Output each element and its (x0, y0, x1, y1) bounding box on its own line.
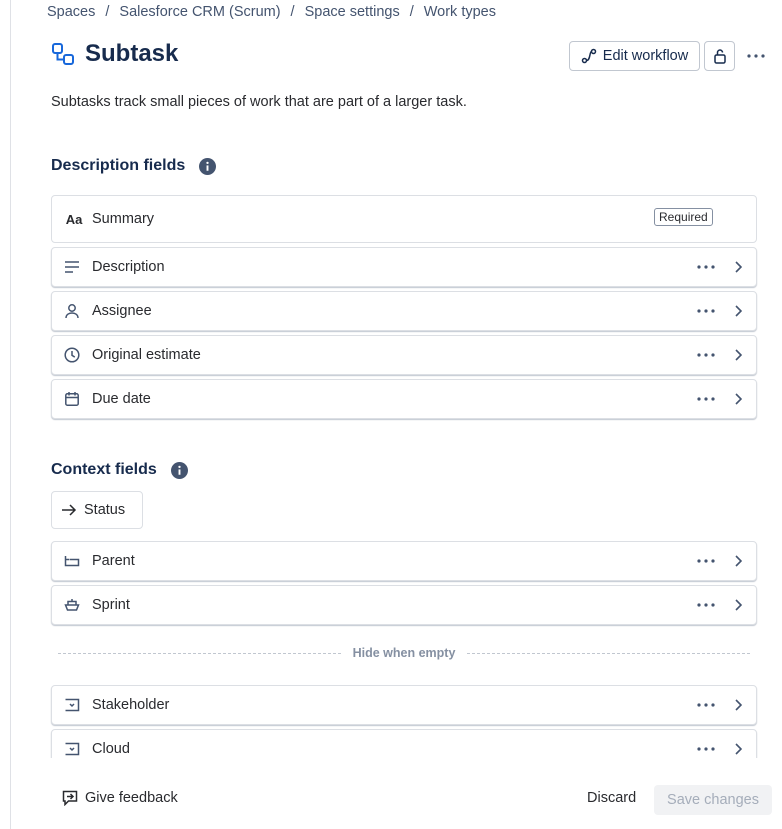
breadcrumb-space[interactable]: Salesforce CRM (Scrum) (119, 4, 280, 20)
required-badge: Required (654, 208, 713, 226)
status-label: Status (84, 502, 126, 518)
chevron-right-icon[interactable] (730, 346, 746, 364)
more-icon[interactable] (695, 346, 717, 364)
context-fields-heading: Context fields (51, 461, 188, 479)
arrow-right-icon (61, 504, 77, 516)
work-type-description: Subtasks track small pieces of work that… (51, 94, 467, 110)
dashed-line (58, 652, 341, 654)
calendar-icon (63, 390, 81, 408)
field-row-sprint[interactable]: Sprint (51, 585, 757, 625)
feedback-icon (62, 790, 78, 806)
left-border (10, 0, 11, 829)
chevron-right-icon[interactable] (730, 596, 746, 614)
field-label: Cloud (92, 741, 130, 757)
field-row-parent[interactable]: Parent (51, 541, 757, 581)
unlock-icon (712, 48, 728, 64)
breadcrumb-separator: / (409, 4, 414, 20)
field-label: Summary (92, 211, 155, 227)
workflow-icon (581, 48, 597, 64)
field-row-due-date[interactable]: Due date (51, 379, 757, 419)
edit-workflow-button[interactable]: Edit workflow (569, 41, 700, 71)
more-icon (747, 54, 765, 58)
field-row-original-estimate[interactable]: Original estimate (51, 335, 757, 375)
section-title: Context fields (51, 461, 157, 478)
more-icon[interactable] (695, 740, 717, 758)
page-title: Subtask (85, 40, 179, 67)
chevron-right-icon[interactable] (730, 740, 746, 758)
chevron-right-icon[interactable] (730, 552, 746, 570)
chevron-right-icon[interactable] (730, 302, 746, 320)
status-field-chip[interactable]: Status (51, 491, 143, 529)
subtask-icon (51, 42, 75, 66)
field-label: Stakeholder (92, 697, 170, 713)
chevron-right-icon[interactable] (730, 696, 746, 714)
more-icon[interactable] (695, 596, 717, 614)
more-icon[interactable] (695, 390, 717, 408)
parent-icon (63, 552, 81, 570)
clock-icon (63, 346, 81, 364)
breadcrumb-space-settings[interactable]: Space settings (305, 4, 400, 20)
field-label: Parent (92, 553, 135, 569)
chevron-right-icon[interactable] (730, 390, 746, 408)
discard-button[interactable]: Discard (587, 790, 636, 806)
section-title: Description fields (51, 157, 186, 174)
description-fields-heading: Description fields (51, 157, 217, 175)
dropdown-field-icon (63, 740, 81, 758)
give-feedback-label: Give feedback (85, 790, 178, 806)
chevron-right-icon[interactable] (730, 258, 746, 276)
sprint-icon (63, 596, 81, 614)
save-changes-button[interactable]: Save changes (654, 785, 772, 815)
more-icon[interactable] (695, 302, 717, 320)
dropdown-field-icon (63, 696, 81, 714)
breadcrumb-separator: / (290, 4, 295, 20)
breadcrumb-separator: / (105, 4, 110, 20)
more-icon[interactable] (695, 696, 717, 714)
field-label: Assignee (92, 303, 152, 319)
info-icon[interactable] (170, 461, 188, 479)
field-label: Original estimate (92, 347, 201, 363)
breadcrumb-work-types[interactable]: Work types (424, 4, 496, 20)
breadcrumb: Spaces / Salesforce CRM (Scrum) / Space … (47, 4, 496, 20)
field-row-stakeholder[interactable]: Stakeholder (51, 685, 757, 725)
hide-when-empty-divider: Hide when empty (58, 644, 751, 662)
more-icon[interactable] (695, 552, 717, 570)
field-label: Due date (92, 391, 151, 407)
give-feedback-button[interactable]: Give feedback (62, 790, 178, 806)
person-icon (63, 302, 81, 320)
breadcrumb-spaces[interactable]: Spaces (47, 4, 95, 20)
field-row-assignee[interactable]: Assignee (51, 291, 757, 331)
info-icon[interactable] (199, 157, 217, 175)
lock-button[interactable] (704, 41, 735, 71)
more-icon[interactable] (695, 258, 717, 276)
edit-workflow-label: Edit workflow (602, 48, 689, 64)
more-actions-button[interactable] (743, 44, 769, 68)
text-aa-icon: Aa (65, 211, 83, 227)
field-row-description[interactable]: Description (51, 247, 757, 287)
hide-when-empty-label: Hide when empty (352, 646, 456, 660)
field-label: Description (92, 259, 165, 275)
page-title-row: Subtask (51, 40, 178, 68)
field-row-summary: Aa Summary Required (51, 195, 757, 243)
lines-icon (63, 258, 81, 276)
dashed-line (467, 652, 751, 654)
field-label: Sprint (92, 597, 130, 613)
